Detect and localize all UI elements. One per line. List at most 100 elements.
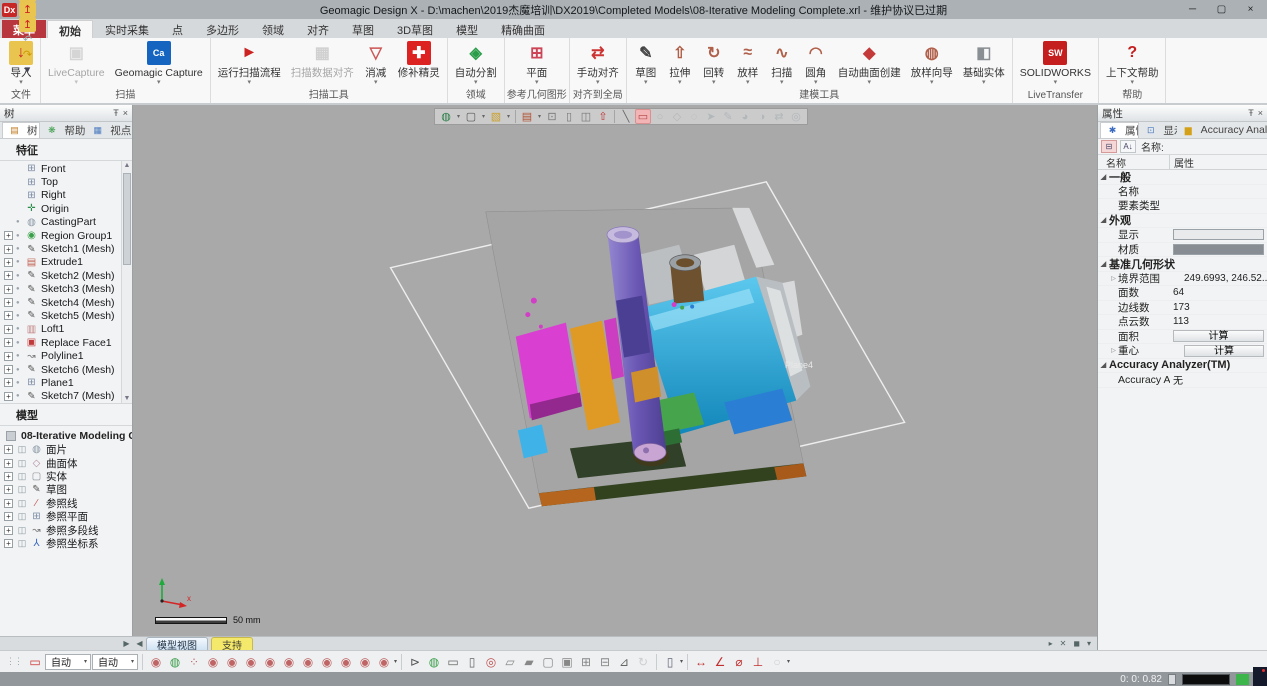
view-menu-icon[interactable]: ▾ xyxy=(1087,639,1091,648)
visibility-link-icon[interactable]: ◫ xyxy=(16,498,28,509)
show-pointcloud-icon[interactable]: ⁘ xyxy=(185,653,203,671)
select-line-icon[interactable]: ╲ xyxy=(618,109,634,124)
sketch-button[interactable]: ✎草图▾ xyxy=(629,38,663,89)
select-pen-icon[interactable]: ✎ xyxy=(720,109,736,124)
select-circle-icon[interactable]: ○ xyxy=(652,109,668,124)
model-tree-item[interactable]: +◫⊞参照平面 xyxy=(0,510,132,523)
dropdown-caret-icon[interactable]: ▾ xyxy=(536,113,543,120)
material-mode-icon[interactable]: ▧ xyxy=(488,109,504,124)
model-tree-item[interactable]: +◫⅄参照坐标系 xyxy=(0,537,132,550)
expand-icon[interactable]: + xyxy=(4,285,13,294)
measure-radius-icon[interactable]: ⌀ xyxy=(730,653,748,671)
group-expand-icon[interactable]: ◢ xyxy=(1098,361,1109,369)
ribbon-tab-live-capture[interactable]: 实时采集 xyxy=(94,20,160,38)
model-root-item[interactable]: 08-Iterative Modeling Compl xyxy=(0,428,132,443)
qa-caret-icon[interactable]: ▾ xyxy=(19,62,36,77)
show-regions-icon[interactable]: ◍ xyxy=(166,653,184,671)
livecapture-button[interactable]: ▣LiveCapture▾ xyxy=(43,38,110,89)
view-front-icon[interactable]: ▱ xyxy=(501,653,519,671)
view-top-icon[interactable]: ⊞ xyxy=(577,653,595,671)
redo-icon[interactable]: ↷ xyxy=(19,47,36,62)
status-slider[interactable] xyxy=(1168,674,1176,685)
stamp-icon[interactable]: ⇧ xyxy=(595,109,611,124)
expand-icon[interactable]: + xyxy=(4,231,13,240)
close-view-icon[interactable]: ✕ xyxy=(1060,639,1067,648)
measure-section-icon[interactable]: ⊥ xyxy=(749,653,767,671)
viewport-layout-icon[interactable]: ▯ xyxy=(661,653,679,671)
expand-icon[interactable]: + xyxy=(4,392,13,401)
ribbon-tab-exact-surface[interactable]: 精确曲面 xyxy=(490,20,556,38)
select-connected-icon[interactable]: ⇄ xyxy=(771,109,787,124)
clip-box-icon[interactable]: ▤ xyxy=(519,109,535,124)
show-ref-planes-icon[interactable]: ◉ xyxy=(318,653,336,671)
dropdown-caret-icon[interactable]: ▾ xyxy=(680,658,683,665)
mode-select[interactable]: 自动▾ xyxy=(92,654,138,670)
fillet-button[interactable]: ◠圆角▾ xyxy=(799,38,833,89)
value-swatch[interactable] xyxy=(1173,229,1264,240)
ribbon-tab-points[interactable]: 点 xyxy=(161,20,194,38)
row-expand-icon[interactable]: ▷ xyxy=(1109,275,1118,282)
property-group-row[interactable]: ◢一般 xyxy=(1098,170,1267,185)
feature-tree-item[interactable]: ✛Origin xyxy=(0,202,132,215)
scroll-up-icon[interactable]: ▲ xyxy=(124,162,131,169)
group-expand-icon[interactable]: ◢ xyxy=(1098,260,1109,268)
view-normal-icon[interactable]: ⊿ xyxy=(615,653,633,671)
scroll-down-icon[interactable]: ▼ xyxy=(124,395,131,402)
measure-angle-icon[interactable]: ∠ xyxy=(711,653,729,671)
model-tree-item[interactable]: +◫∕参照线 xyxy=(0,497,132,510)
view-grid-icon[interactable]: ⊟ xyxy=(596,653,614,671)
scrollbar-thumb[interactable] xyxy=(123,173,131,265)
geomagic-capture-button[interactable]: CaGeomagic Capture▾ xyxy=(110,38,208,89)
print-layout-icon[interactable]: ▯ xyxy=(561,109,577,124)
select-lasso-arrow-icon[interactable]: ➤ xyxy=(703,109,719,124)
ribbon-tab-sketch[interactable]: 草图 xyxy=(341,20,385,38)
visibility-link-icon[interactable]: ◫ xyxy=(16,511,28,522)
show-labels-icon[interactable]: ◉ xyxy=(375,653,393,671)
show-solids-icon[interactable]: ◉ xyxy=(223,653,241,671)
select-custom-icon[interactable]: ◎ xyxy=(788,109,804,124)
loft-button[interactable]: ≈放样▾ xyxy=(731,38,765,89)
capture-folder-icon[interactable]: ↥ xyxy=(19,17,36,32)
model-tree-item[interactable]: +◫◇曲面体 xyxy=(0,456,132,469)
panel-tab-viewpoint[interactable]: ▦视点 xyxy=(86,122,132,138)
expand-icon[interactable]: + xyxy=(4,352,13,361)
split-columns-icon[interactable]: ◫ xyxy=(578,109,594,124)
measure-mesh-icon[interactable]: ○ xyxy=(768,653,786,671)
expand-icon[interactable]: + xyxy=(4,325,13,334)
category-sort-icon[interactable]: ⊟ xyxy=(1101,140,1117,153)
extrude-button[interactable]: ⇧拉伸▾ xyxy=(663,38,697,89)
zoom-globe-icon[interactable]: ◍ xyxy=(425,653,443,671)
zoom-pointer-icon[interactable]: ⊳ xyxy=(406,653,424,671)
visibility-link-icon[interactable]: ◫ xyxy=(16,444,28,455)
show-ref-points-icon[interactable]: ◉ xyxy=(280,653,298,671)
feature-tree-item[interactable]: +●✎Sketch5 (Mesh) xyxy=(0,309,132,322)
expand-icon[interactable]: + xyxy=(4,539,13,548)
show-ref-coordinates-icon[interactable]: ◉ xyxy=(356,653,374,671)
expand-icon[interactable]: + xyxy=(4,512,13,521)
context-help-button[interactable]: ?上下文帮助▾ xyxy=(1101,38,1164,89)
select-polygon-icon[interactable]: ◇ xyxy=(669,109,685,124)
model-tree-item[interactable]: +◫↝参照多段线 xyxy=(0,523,132,536)
select-backside-icon[interactable]: ◑ xyxy=(754,109,770,124)
feature-tree-item[interactable]: +●✎Sketch4 (Mesh) xyxy=(0,296,132,309)
show-sketches-icon[interactable]: ◉ xyxy=(261,653,279,671)
expand-icon[interactable]: + xyxy=(4,298,13,307)
next-view-icon[interactable]: ▸ xyxy=(1049,639,1053,648)
maximize-button[interactable]: ▢ xyxy=(1207,1,1236,18)
panel-tab-properties[interactable]: ✱属性 xyxy=(1100,122,1139,138)
auto-segment-button[interactable]: ◈自动分割▾ xyxy=(450,38,502,89)
pin-icon[interactable]: Ŧ xyxy=(1248,108,1254,118)
ribbon-tab-regions[interactable]: 领域 xyxy=(251,20,295,38)
calculate-button[interactable]: 计算 xyxy=(1173,330,1264,342)
visibility-link-icon[interactable]: ◫ xyxy=(16,525,28,536)
model-tree-item[interactable]: +◫▢实体 xyxy=(0,470,132,483)
property-group-row[interactable]: ◢外观 xyxy=(1098,214,1267,229)
show-curves-icon[interactable]: ◉ xyxy=(242,653,260,671)
feature-tree-item[interactable]: +●⊞Plane1 xyxy=(0,376,132,389)
import-folder-icon[interactable]: ↥ xyxy=(19,2,36,17)
expand-icon[interactable]: + xyxy=(4,459,13,468)
group-expand-icon[interactable]: ◢ xyxy=(1098,216,1109,224)
viewport-tab-support[interactable]: 支持 xyxy=(211,637,253,650)
selection-filter-icon[interactable]: ▭ xyxy=(26,653,44,671)
close-icon[interactable]: × xyxy=(1258,108,1263,118)
